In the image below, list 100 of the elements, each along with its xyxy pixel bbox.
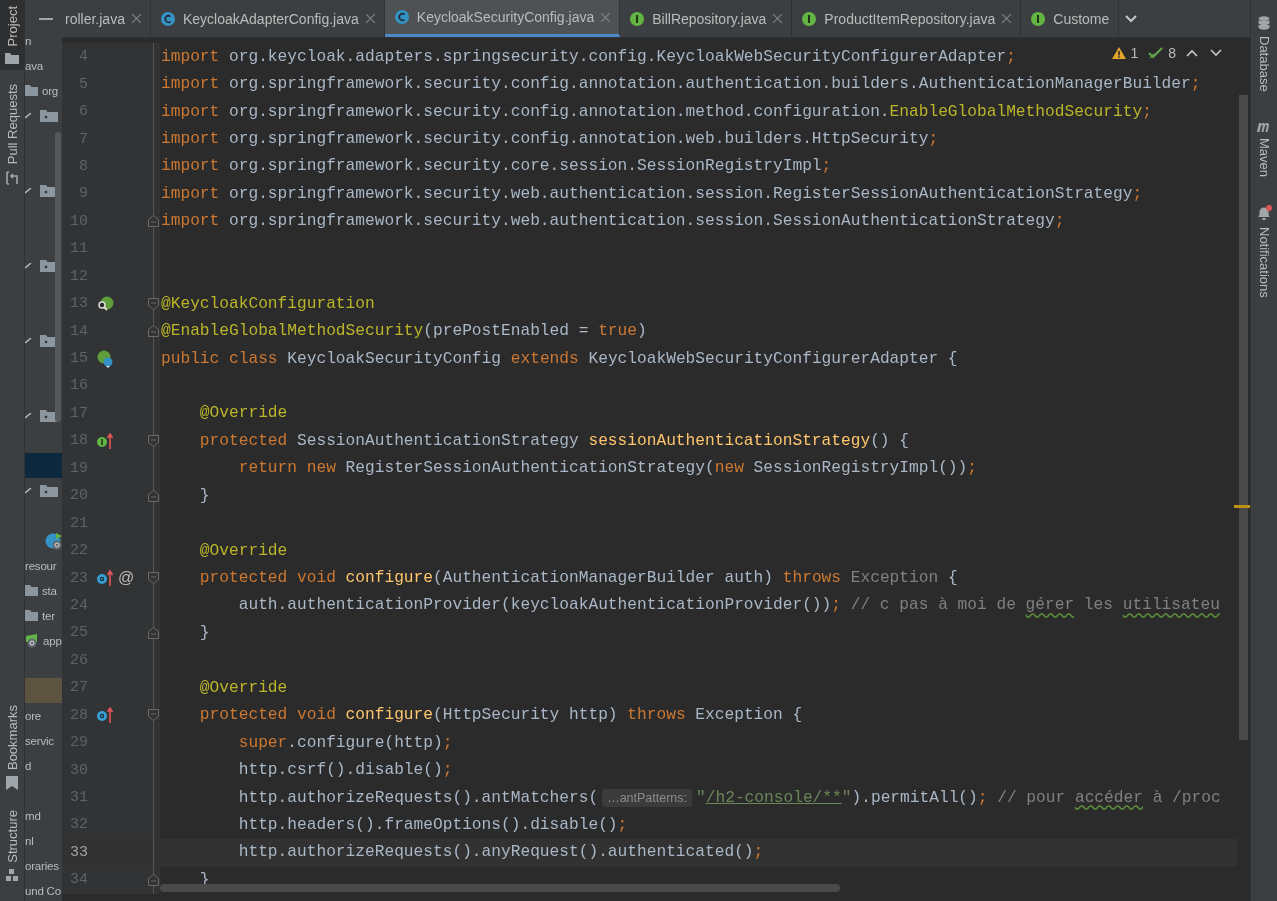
- fold-icon[interactable]: [147, 215, 159, 228]
- leaf-magnifier-icon[interactable]: [96, 295, 114, 312]
- code-text: super.configure(http);: [237, 733, 453, 752]
- code-text: @Override: [198, 404, 288, 423]
- editor-tab[interactable]: ProductItemRepository.java: [792, 0, 1022, 37]
- fold-icon[interactable]: [147, 572, 159, 585]
- tree-item[interactable]: d: [25, 759, 32, 772]
- database-icon: [1258, 16, 1270, 30]
- check-icon: [25, 262, 32, 269]
- fold-icon[interactable]: [147, 626, 159, 639]
- code-text: http.authorizeRequests().anyRequest().authenticated();: [237, 843, 764, 862]
- bell-icon: [1256, 204, 1272, 221]
- tree-item[interactable]: org: [42, 84, 59, 97]
- close-icon[interactable]: [1002, 14, 1012, 23]
- code-text: @Override: [198, 541, 288, 560]
- tree-item[interactable]: md: [25, 809, 41, 822]
- tree-item[interactable]: app: [43, 634, 62, 647]
- fold-icon[interactable]: [147, 325, 159, 338]
- tool-window-button[interactable]: Database: [1251, 10, 1277, 98]
- method-arrow-icon[interactable]: [96, 570, 114, 587]
- tree-item[interactable]: sta: [42, 584, 57, 597]
- tab-list-chevron-icon[interactable]: [1125, 14, 1138, 23]
- close-icon[interactable]: [365, 14, 375, 23]
- spring-file-icon: [25, 633, 39, 648]
- check-icon[interactable]: [1148, 47, 1165, 59]
- fold-icon[interactable]: [147, 709, 159, 722]
- tree-item[interactable]: servic: [25, 734, 54, 747]
- tool-window-button[interactable]: Structure: [0, 804, 24, 887]
- close-icon[interactable]: [131, 14, 141, 23]
- editor-tab[interactable]: BillRepository.java: [620, 0, 793, 37]
- folder-icon: [25, 85, 38, 96]
- editor-tab[interactable]: KeycloakAdapterConfig.java: [150, 0, 385, 37]
- line-number: 33: [69, 843, 88, 861]
- annotation-marker[interactable]: @: [118, 569, 135, 588]
- code-text: public class KeycloakSecurityConfig extends KeycloakWebSecurityConfigurerAdapter {: [161, 349, 958, 368]
- tool-window-button[interactable]: Project: [0, 0, 24, 71]
- interface-icon: [629, 10, 646, 27]
- check-icon: [25, 187, 32, 194]
- code-text: @Override: [198, 678, 288, 697]
- code-text: auth.authenticationProvider(keycloakAuthenticationProvider()); // c pas à moi de gérer les utilisateu: [237, 596, 1220, 615]
- check-icon: [25, 487, 32, 494]
- code-text: @KeycloakConfiguration: [161, 294, 375, 313]
- code-text: import org.springframework.security.config.annotation.method.configuration.EnableGlobalMethodSecurity;: [161, 102, 1152, 121]
- fold-icon[interactable]: [147, 297, 159, 310]
- scrollbar-thumb[interactable]: [160, 884, 840, 892]
- code-text: http.headers().frameOptions().disable();: [237, 815, 628, 834]
- interface-icon: [801, 10, 818, 27]
- method-arrow-icon[interactable]: [96, 707, 114, 724]
- editor-tab[interactable]: roller.java: [62, 0, 151, 37]
- code-text: import org.springframework.security.core.session.SessionRegistryImpl;: [161, 157, 832, 176]
- folder-icon: [25, 610, 38, 621]
- warning-count: 1: [1130, 45, 1139, 61]
- ok-count: 8: [1168, 45, 1176, 61]
- check-icon: [25, 337, 32, 344]
- code-text: protected void configure(HttpSecurity http) throws Exception {: [198, 706, 803, 725]
- spring-class-icon: [44, 531, 62, 550]
- tree-item[interactable]: und Co: [25, 884, 61, 897]
- class-icon: [393, 9, 410, 25]
- tool-window-button[interactable]: Bookmarks: [0, 699, 24, 797]
- tool-window-button[interactable]: Pull Requests: [0, 78, 24, 191]
- folder-icon: [25, 585, 38, 596]
- close-icon[interactable]: [601, 12, 611, 22]
- tree-item[interactable]: ter: [42, 609, 55, 622]
- package-icon: [40, 484, 58, 497]
- tree-item[interactable]: oraries: [25, 859, 59, 872]
- interface-arrow-icon[interactable]: [96, 432, 114, 449]
- leaf-bean-icon[interactable]: [96, 349, 114, 368]
- code-text: protected SessionAuthenticationStrategy sessionAuthenticationStrategy() {: [198, 431, 909, 450]
- code-text: import org.springframework.security.config.annotation.authentication.builders.AuthenticationManagerBuilder;: [161, 75, 1201, 94]
- code-text: }: [198, 486, 210, 505]
- scrollbar-thumb[interactable]: [55, 132, 61, 422]
- code-text: import org.springframework.security.web.authentication.session.SessionAuthenticationStrategy;: [161, 212, 1065, 231]
- tool-window-button[interactable]: Notifications: [1251, 198, 1277, 304]
- check-icon: [25, 412, 32, 419]
- scrollbar-thumb[interactable]: [1239, 95, 1248, 740]
- tree-item[interactable]: n: [25, 34, 32, 47]
- interface-icon: [1030, 10, 1047, 27]
- code-text: }: [198, 623, 210, 642]
- code-text: import org.springframework.security.config.annotation.web.builders.HttpSecurity;: [161, 130, 939, 149]
- code-text: http.authorizeRequests().antMatchers(: [237, 788, 599, 807]
- editor-tab[interactable]: KeycloakSecurityConfig.java: [384, 0, 621, 37]
- code-text: import org.springframework.security.web.authentication.session.RegisterSessionAuthenticationStrategy;: [161, 184, 1143, 203]
- tree-item[interactable]: nl: [25, 834, 34, 847]
- code-text: import org.keycloak.adapters.springsecurity.config.KeycloakWebSecurityConfigurerAdapter;: [161, 47, 1016, 66]
- code-text: http.csrf().disable();: [237, 761, 453, 780]
- fold-icon[interactable]: [147, 489, 159, 502]
- check-icon: [25, 112, 32, 119]
- package-icon: [40, 109, 58, 122]
- tree-item[interactable]: ore: [25, 709, 42, 722]
- code-text: return new RegisterSessionAuthenticationStrategy(new SessionRegistryImpl());: [237, 459, 977, 478]
- fold-icon[interactable]: [147, 873, 159, 886]
- bookmark-icon: [6, 776, 18, 791]
- close-icon[interactable]: [773, 14, 783, 23]
- class-icon: [159, 10, 176, 27]
- tool-window-button[interactable]: Maven: [1251, 113, 1277, 183]
- tree-item[interactable]: resour: [25, 559, 57, 572]
- tree-item[interactable]: ava: [25, 59, 43, 72]
- warning-icon[interactable]: [1112, 47, 1127, 59]
- editor-tab[interactable]: Custome: [1021, 0, 1120, 37]
- fold-icon[interactable]: [147, 434, 159, 447]
